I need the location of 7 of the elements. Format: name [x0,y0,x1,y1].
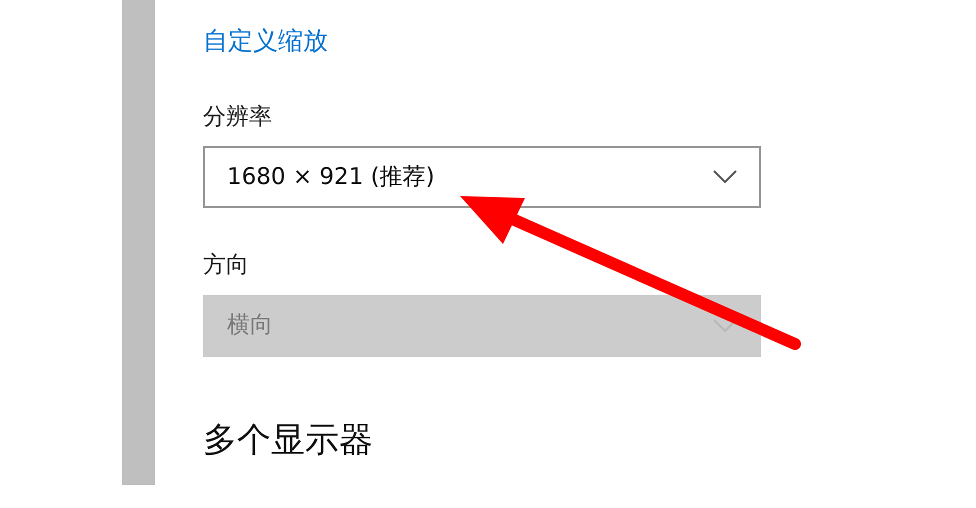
orientation-dropdown: 横向 [203,294,761,356]
resolution-dropdown[interactable]: 1680 × 921 (推荐) [203,146,761,208]
chevron-down-icon [713,170,737,184]
resolution-label: 分辨率 [203,102,273,132]
custom-scaling-link[interactable]: 自定义缩放 [203,22,328,60]
orientation-label: 方向 [203,251,250,280]
section-heading: 多个显示器 [203,418,373,462]
